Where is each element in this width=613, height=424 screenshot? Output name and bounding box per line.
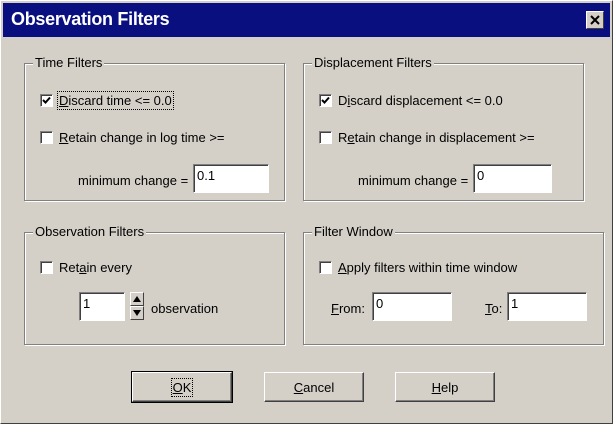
arrow-down-icon bbox=[133, 310, 141, 316]
discard-time-checkbox[interactable]: Discard time <= 0.0 bbox=[40, 91, 174, 110]
observation-suffix-label: observation bbox=[151, 301, 219, 316]
spin-down-button[interactable] bbox=[130, 306, 144, 320]
spin-up-button[interactable] bbox=[130, 292, 144, 306]
close-icon bbox=[590, 15, 600, 25]
displacement-filters-label: Displacement Filters bbox=[312, 55, 434, 71]
checkbox-box[interactable] bbox=[319, 94, 332, 107]
observation-count-input[interactable]: 1 bbox=[79, 292, 125, 321]
ok-button-label: OK bbox=[170, 377, 194, 397]
checkmark-icon bbox=[321, 96, 330, 104]
from-input[interactable]: 0 bbox=[372, 292, 452, 321]
checkbox-box[interactable] bbox=[40, 261, 53, 274]
observation-filters-dialog: Observation Filters Time Filters Discard… bbox=[0, 0, 613, 424]
observation-filters-label: Observation Filters bbox=[33, 224, 147, 240]
discard-time-label: Discard time <= 0.0 bbox=[57, 91, 174, 110]
ok-button[interactable]: OK bbox=[131, 371, 233, 403]
apply-time-window-checkbox[interactable]: Apply filters within time window bbox=[319, 260, 517, 275]
from-label: From: bbox=[331, 301, 365, 316]
cancel-button-label: Cancel bbox=[293, 379, 335, 395]
displacement-min-change-input[interactable]: 0 bbox=[473, 164, 552, 193]
discard-displacement-label: Discard displacement <= 0.0 bbox=[338, 93, 503, 108]
checkbox-box[interactable] bbox=[319, 131, 332, 144]
retain-displacement-label: Retain change in displacement >= bbox=[338, 130, 535, 145]
title-bar[interactable]: Observation Filters bbox=[3, 3, 610, 37]
filter-window-group: Filter Window bbox=[303, 224, 604, 345]
help-button[interactable]: Help bbox=[395, 372, 495, 402]
observation-spinner[interactable] bbox=[130, 292, 144, 320]
displacement-min-change-label: minimum change = bbox=[358, 173, 469, 188]
checkbox-box[interactable] bbox=[40, 94, 53, 107]
dialog-title: Observation Filters bbox=[11, 9, 170, 29]
help-button-label: Help bbox=[431, 379, 459, 395]
arrow-up-icon bbox=[133, 296, 141, 302]
checkbox-box[interactable] bbox=[319, 261, 332, 274]
retain-log-time-label: Retain change in log time >= bbox=[59, 130, 225, 145]
time-min-change-label: minimum change = bbox=[78, 173, 189, 188]
to-label: To: bbox=[485, 301, 503, 316]
cancel-button[interactable]: Cancel bbox=[264, 372, 364, 402]
checkmark-icon bbox=[42, 96, 51, 104]
retain-every-label: Retain every bbox=[59, 260, 132, 275]
retain-displacement-checkbox[interactable]: Retain change in displacement >= bbox=[319, 130, 535, 145]
observation-filters-group: Observation Filters bbox=[24, 224, 285, 345]
close-button[interactable] bbox=[586, 11, 604, 29]
filter-window-label: Filter Window bbox=[312, 224, 395, 240]
apply-time-window-label: Apply filters within time window bbox=[338, 260, 518, 275]
discard-displacement-checkbox[interactable]: Discard displacement <= 0.0 bbox=[319, 93, 503, 108]
time-filters-label: Time Filters bbox=[33, 55, 105, 71]
time-min-change-input[interactable]: 0.1 bbox=[193, 164, 269, 193]
retain-every-checkbox[interactable]: Retain every bbox=[40, 260, 132, 275]
to-input[interactable]: 1 bbox=[507, 292, 587, 321]
checkbox-box[interactable] bbox=[40, 131, 53, 144]
retain-log-time-checkbox[interactable]: Retain change in log time >= bbox=[40, 130, 225, 145]
